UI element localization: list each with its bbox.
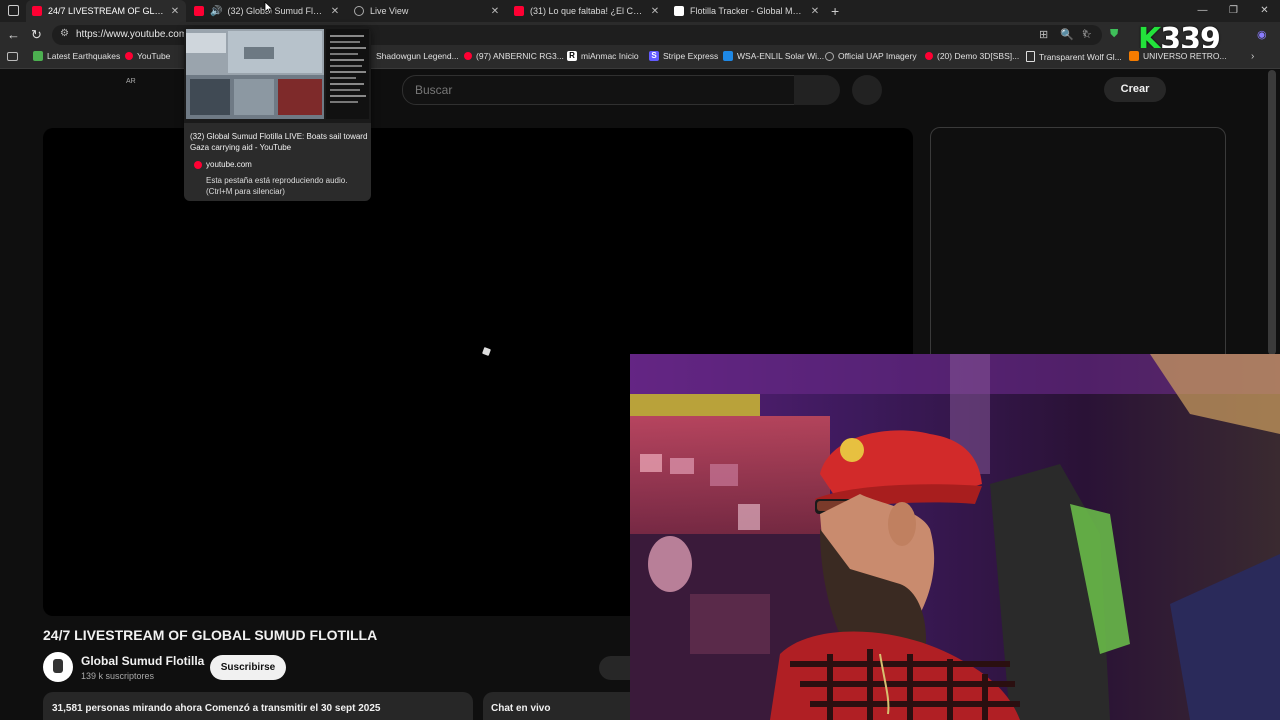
tab-hover-card: (32) Global Sumud Flotilla LIVE: Boats s… <box>184 27 371 201</box>
channel-name[interactable]: Global Sumud Flotilla <box>81 654 204 668</box>
search-button[interactable] <box>794 75 840 105</box>
youtube-icon <box>194 6 204 16</box>
bookmark-item[interactable]: RmiAnmac Inicio <box>567 51 639 61</box>
globe-icon <box>825 51 834 61</box>
close-tab-icon[interactable]: ✕ <box>330 6 340 17</box>
site-info-icon[interactable]: ⚙ <box>60 28 69 39</box>
close-tab-icon[interactable]: ✕ <box>650 6 660 17</box>
tab-live-view[interactable]: Live View ✕ <box>348 0 506 22</box>
mouse-pointer-icon <box>264 1 274 15</box>
bookmark-item[interactable]: YouTube <box>125 51 170 61</box>
voice-search-button[interactable] <box>852 75 882 105</box>
create-button[interactable]: Crear <box>1104 77 1166 102</box>
hover-card-domain: youtube.com <box>206 160 252 169</box>
page-icon <box>1026 51 1035 62</box>
url-text: https://www.youtube.com/ <box>76 29 190 40</box>
avatar[interactable] <box>43 652 73 682</box>
chevron-right-icon[interactable]: › <box>1251 51 1254 62</box>
description-stats: 31,581 personas mirando ahora Comenzó a … <box>52 703 381 714</box>
bookmark-item[interactable]: UNIVERSO RETRO... <box>1129 51 1227 61</box>
tab-strip: 24/7 LIVESTREAM OF GLOBAL SUMUD FLOTILLA… <box>0 0 1280 22</box>
subscribe-button[interactable]: Suscribirse <box>210 655 286 680</box>
youtube-icon <box>925 52 933 60</box>
subscriber-count: 139 k suscriptores <box>81 671 155 681</box>
youtube-icon <box>514 6 524 16</box>
bookmark-star-icon[interactable]: ☆ <box>1082 28 1092 41</box>
close-tab-icon[interactable]: ✕ <box>170 6 180 17</box>
country-code: AR <box>126 78 136 85</box>
shield-extension-icon[interactable]: ⛊ <box>1110 28 1118 41</box>
bookmark-item[interactable]: Official UAP Imagery <box>825 51 917 61</box>
youtube-icon <box>125 52 133 60</box>
tab-title: (32) Global Sumud Flotilla LIVE <box>227 6 324 16</box>
channel-logo-icon <box>53 659 63 673</box>
copilot-icon[interactable]: ◉ <box>1257 28 1267 41</box>
speaker-icon[interactable]: 🔊 <box>210 6 222 17</box>
tracker-icon <box>674 6 684 16</box>
noaa-icon <box>723 51 733 61</box>
stripe-icon: S <box>649 51 659 61</box>
youtube-icon <box>464 52 472 60</box>
video-title: 24/7 LIVESTREAM OF GLOBAL SUMUD FLOTILLA <box>43 627 378 643</box>
youtube-icon <box>32 6 42 16</box>
live-chat-panel <box>930 127 1226 364</box>
hover-card-audio-note: Esta pestaña está reproduciendo audio. (… <box>206 176 348 196</box>
bookmark-favicon-icon <box>33 51 43 61</box>
bookmark-item[interactable]: (20) Demo 3D[SBS]... <box>925 51 1019 61</box>
blogger-icon <box>1129 51 1139 61</box>
r-logo-icon: R <box>567 51 577 61</box>
tab-preview-thumbnail <box>184 27 371 123</box>
webcam-overlay <box>630 354 1280 720</box>
tab-title: Flotilla Tracker - Global Movement <box>690 6 804 16</box>
bookmark-item[interactable]: WSA-ENLIL Solar Wi... <box>723 51 824 61</box>
reload-icon[interactable]: ↻ <box>31 27 42 43</box>
tab-flotilla-tracker[interactable]: Flotilla Tracker - Global Movement ✕ <box>668 0 826 22</box>
bookmark-item[interactable]: Shadowgun Legend... <box>376 51 459 61</box>
bookmark-item[interactable]: (97) ANBERNIC RG3... <box>464 51 564 61</box>
tab-title: 24/7 LIVESTREAM OF GLOBAL SUMUD FLOTILLA <box>48 6 164 16</box>
reading-list-icon[interactable] <box>7 52 18 61</box>
close-window-icon[interactable]: ✕ <box>1249 0 1280 22</box>
zoom-icon[interactable]: 🔍 <box>1060 28 1074 41</box>
back-icon[interactable]: ← <box>7 27 20 42</box>
globe-icon <box>354 6 364 16</box>
tab-actions-icon[interactable] <box>8 5 19 16</box>
tab-livestream[interactable]: 24/7 LIVESTREAM OF GLOBAL SUMUD FLOTILLA… <box>26 0 186 22</box>
bookmark-item[interactable]: Latest Earthquakes <box>33 51 120 61</box>
restore-icon[interactable]: ❐ <box>1218 0 1249 22</box>
apps-icon[interactable]: ⊞ <box>1039 28 1048 41</box>
search-input[interactable]: Buscar <box>402 75 796 105</box>
tab-title: Live View <box>370 6 409 16</box>
close-tab-icon[interactable]: ✕ <box>490 6 500 17</box>
tab-cometa[interactable]: (31) Lo que faltaba! ¿El Cometa 3I/ATLAS… <box>508 0 666 22</box>
page-scrollbar[interactable] <box>1268 70 1276 355</box>
youtube-icon <box>194 161 202 169</box>
tab-title: (31) Lo que faltaba! ¿El Cometa 3I/ATLAS <box>530 6 644 16</box>
bookmark-item[interactable]: S Stripe Express <box>649 51 718 61</box>
search-placeholder: Buscar <box>415 83 453 97</box>
new-tab-icon[interactable]: + <box>831 3 839 19</box>
window-controls: — ❐ ✕ <box>1187 0 1280 22</box>
minimize-icon[interactable]: — <box>1187 0 1218 22</box>
chat-label: Chat en vivo <box>491 703 551 714</box>
hover-card-title: (32) Global Sumud Flotilla LIVE: Boats s… <box>190 132 368 152</box>
close-tab-icon[interactable]: ✕ <box>810 6 820 17</box>
bookmark-item[interactable]: Transparent Wolf Gl... <box>1026 51 1122 62</box>
